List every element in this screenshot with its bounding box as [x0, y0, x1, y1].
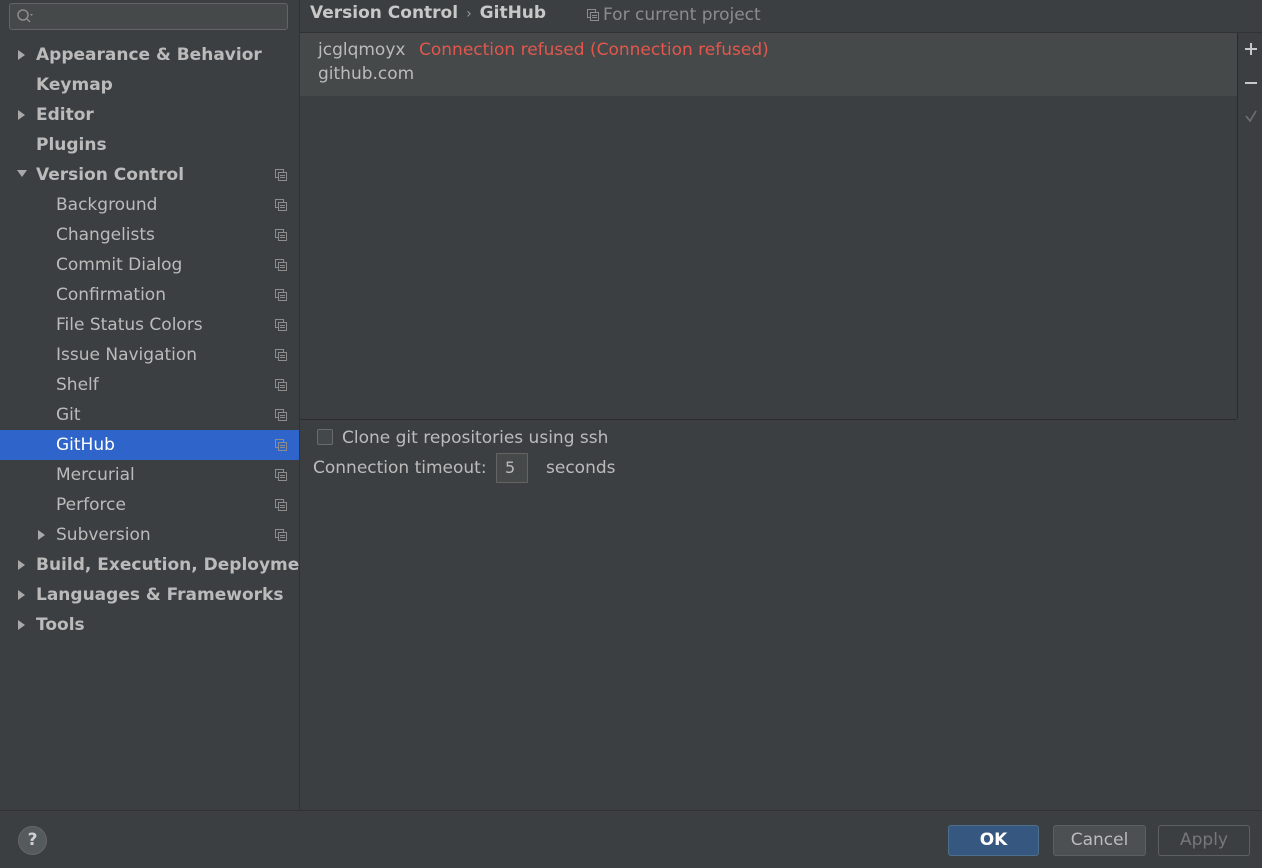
breadcrumb-separator-icon: ›: [466, 6, 472, 22]
accounts-list[interactable]: jcglqmoyx Connection refused (Connection…: [300, 33, 1237, 420]
project-scope-icon: [275, 499, 287, 511]
project-scope-icon: [275, 409, 287, 421]
sidebar-item-label: Languages & Frameworks: [36, 585, 284, 605]
dialog-footer: ? OK Cancel Apply: [0, 810, 1262, 868]
sidebar-item[interactable]: Changelists: [0, 220, 299, 250]
breadcrumb: Version Control › GitHub: [310, 0, 546, 30]
search-input[interactable]: [38, 6, 286, 29]
sidebar-item[interactable]: Git: [0, 400, 299, 430]
account-host: github.com: [318, 64, 415, 84]
collapsed-arrow-icon[interactable]: [16, 550, 28, 580]
help-button[interactable]: ?: [18, 826, 47, 855]
project-scope-icon: [275, 319, 287, 331]
sidebar-item-label: Mercurial: [56, 465, 135, 485]
sidebar-item-label: Plugins: [36, 135, 107, 155]
project-scope-icon: [275, 469, 287, 481]
sidebar-item-label: Issue Navigation: [56, 345, 198, 365]
sidebar-item-label: GitHub: [56, 435, 115, 455]
collapsed-arrow-icon[interactable]: [16, 100, 28, 130]
collapsed-arrow-icon[interactable]: [16, 580, 28, 610]
accounts-toolbar: [1237, 33, 1262, 419]
sidebar-item-label: Build, Execution, Deployment: [36, 555, 299, 575]
sidebar-item[interactable]: Languages & Frameworks: [0, 580, 299, 610]
project-scope-icon: [275, 289, 287, 301]
sidebar-item[interactable]: Plugins: [0, 130, 299, 160]
sidebar-item[interactable]: Tools: [0, 610, 299, 640]
sidebar-item[interactable]: Version Control: [0, 160, 299, 190]
breadcrumb-current: GitHub: [479, 3, 547, 23]
scope-indicator: For current project: [587, 4, 761, 26]
project-scope-icon: [275, 229, 287, 241]
sidebar-item-label: Keymap: [36, 75, 113, 95]
sidebar-item[interactable]: File Status Colors: [0, 310, 299, 340]
sidebar-item-label: Version Control: [36, 165, 185, 185]
project-scope-icon: [275, 349, 287, 361]
scope-label: For current project: [603, 5, 761, 25]
sidebar-item-label: Commit Dialog: [56, 255, 183, 275]
settings-tree: Appearance & Behavior Keymap Editor Plugins…: [0, 40, 299, 640]
project-scope-icon: [275, 379, 287, 391]
sidebar-item[interactable]: Confirmation: [0, 280, 299, 310]
sidebar-item[interactable]: Build, Execution, Deployment: [0, 550, 299, 580]
sidebar-item[interactable]: Mercurial: [0, 460, 299, 490]
sidebar-item-label: Git: [56, 405, 81, 425]
sidebar-item[interactable]: Editor: [0, 100, 299, 130]
sidebar-item-label: Perforce: [56, 495, 126, 515]
apply-button[interactable]: Apply: [1158, 825, 1250, 856]
sidebar-item[interactable]: Perforce: [0, 490, 299, 520]
sidebar-item-label: Editor: [36, 105, 94, 125]
sidebar-item-label: Tools: [36, 615, 85, 635]
project-scope-icon: [275, 259, 287, 271]
clone-ssh-checkbox[interactable]: [317, 429, 333, 445]
sidebar-item-label: File Status Colors: [56, 315, 203, 335]
collapsed-arrow-icon[interactable]: [16, 40, 28, 70]
sidebar-item[interactable]: Background: [0, 190, 299, 220]
cancel-button[interactable]: Cancel: [1053, 825, 1146, 856]
sidebar-item-label: Appearance & Behavior: [36, 45, 262, 65]
ok-button[interactable]: OK: [948, 825, 1039, 856]
account-username: jcglqmoyx: [318, 40, 406, 60]
main-panel: Version Control › GitHub For current proje…: [300, 0, 1262, 810]
sidebar-item[interactable]: Commit Dialog: [0, 250, 299, 280]
settings-sidebar: Appearance & Behavior Keymap Editor Plugins…: [0, 0, 300, 810]
sidebar-item-label: Background: [56, 195, 158, 215]
project-scope-icon: [275, 529, 287, 541]
sidebar-item-label: Changelists: [56, 225, 155, 245]
minus-icon[interactable]: [1242, 74, 1260, 92]
project-scope-icon: [275, 439, 287, 451]
search-field[interactable]: [9, 3, 288, 30]
project-scope-icon: [275, 199, 287, 211]
sidebar-item[interactable]: Issue Navigation: [0, 340, 299, 370]
plus-icon[interactable]: [1242, 40, 1260, 58]
sidebar-item-label: Confirmation: [56, 285, 166, 305]
github-options: Clone git repositories using ssh Connect…: [300, 420, 1262, 810]
project-scope-icon: [275, 169, 287, 181]
breadcrumb-parent[interactable]: Version Control: [310, 3, 458, 23]
sidebar-item[interactable]: Keymap: [0, 70, 299, 100]
expanded-arrow-icon[interactable]: [16, 160, 28, 190]
account-row[interactable]: jcglqmoyx Connection refused (Connection…: [300, 33, 1237, 96]
sidebar-item[interactable]: Shelf: [0, 370, 299, 400]
timeout-input[interactable]: 5: [496, 453, 528, 483]
sidebar-item-label: Shelf: [56, 375, 99, 395]
sidebar-item[interactable]: Appearance & Behavior: [0, 40, 299, 70]
sidebar-item[interactable]: Subversion: [0, 520, 299, 550]
search-icon: [17, 9, 33, 23]
account-error-message: Connection refused (Connection refused): [419, 40, 769, 60]
project-scope-icon: [587, 9, 599, 21]
check-icon[interactable]: [1242, 107, 1260, 125]
sidebar-item-label: Subversion: [56, 525, 151, 545]
sidebar-item[interactable]: GitHub: [0, 430, 299, 460]
timeout-unit: seconds: [546, 458, 616, 478]
timeout-label: Connection timeout:: [313, 458, 487, 478]
clone-ssh-label[interactable]: Clone git repositories using ssh: [342, 427, 608, 449]
collapsed-arrow-icon[interactable]: [16, 610, 28, 640]
collapsed-arrow-icon[interactable]: [36, 520, 48, 550]
